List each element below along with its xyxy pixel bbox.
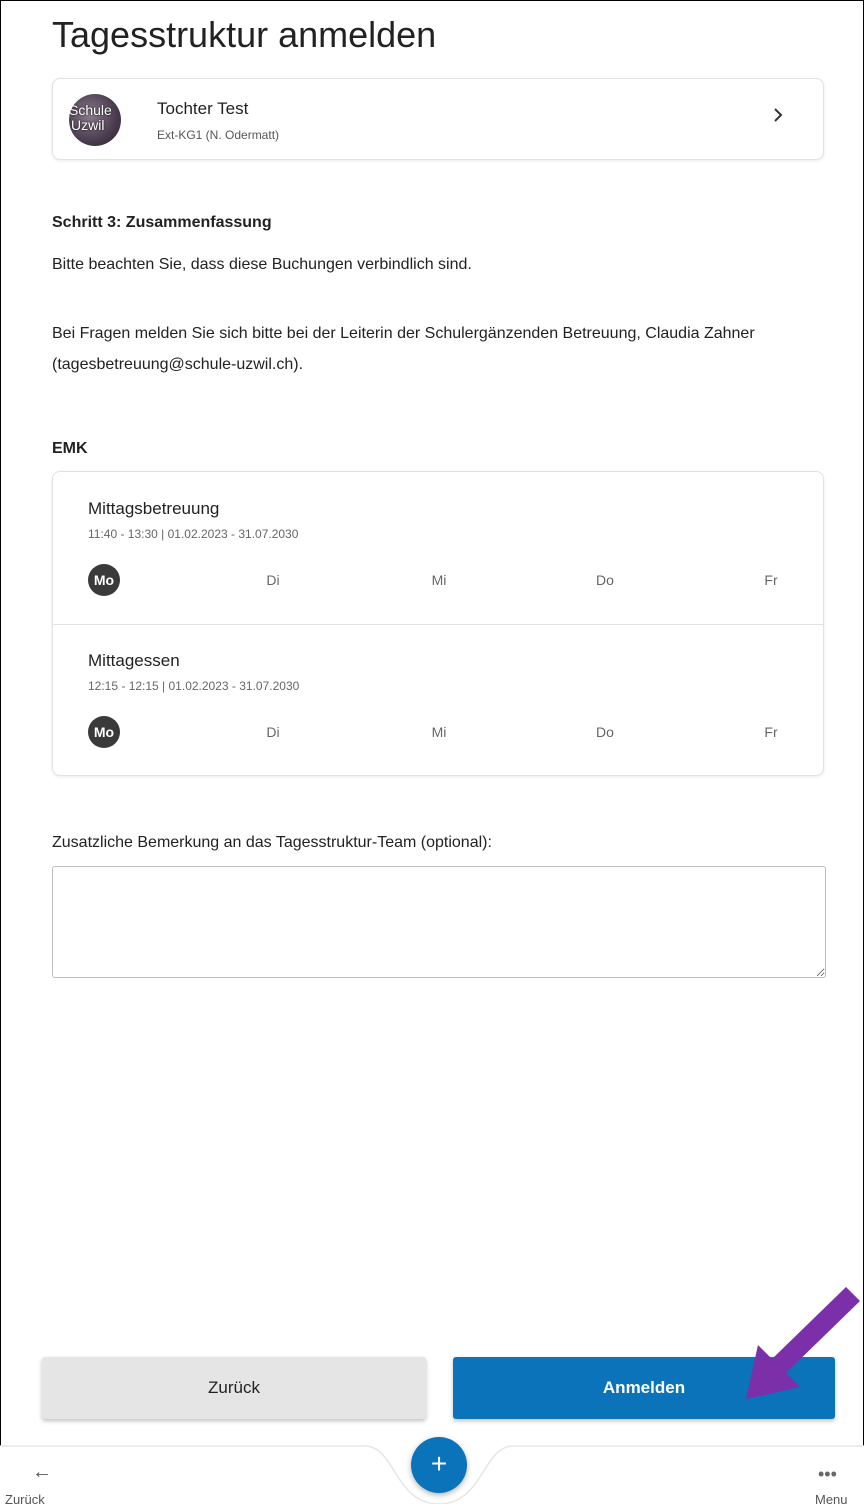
booking-item: Mittagessen 12:15 - 12:15 | 01.02.2023 -… xyxy=(53,624,823,776)
arrow-annotation-icon xyxy=(746,1287,860,1399)
binding-notice: Bitte beachten Sie, dass diese Buchungen… xyxy=(52,256,472,273)
day-mo-selected: Mo xyxy=(88,564,120,596)
child-name: Tochter Test xyxy=(157,99,249,118)
day-fr: Fr xyxy=(764,724,778,740)
day-di: Di xyxy=(266,724,280,740)
child-card[interactable]: Schule Uzwil Tochter Test Ext-KG1 (N. Od… xyxy=(52,78,824,160)
avatar-text: Uzwil xyxy=(71,117,105,133)
booking-name: Mittagsbetreuung xyxy=(88,499,220,518)
contact-notice: Bei Fragen melden Sie sich bitte bei der… xyxy=(52,325,755,373)
nav-back-label[interactable]: Zurück xyxy=(5,1492,45,1507)
remark-field[interactable] xyxy=(52,866,826,978)
step-title: Schritt 3: Zusammenfassung xyxy=(52,214,272,231)
remark-label: Zusatzliche Bemerkung an das Tagesstrukt… xyxy=(52,834,492,851)
booking-meta: 11:40 - 13:30 | 01.02.2023 - 31.07.2030 xyxy=(88,527,299,541)
day-do: Do xyxy=(596,572,614,588)
day-do: Do xyxy=(596,724,614,740)
booking-list: Mittagsbetreuung 11:40 - 13:30 | 01.02.2… xyxy=(52,471,824,776)
avatar-text: Schule xyxy=(69,102,112,118)
booking-item: Mittagsbetreuung 11:40 - 13:30 | 01.02.2… xyxy=(53,472,823,625)
booking-meta: 12:15 - 12:15 | 01.02.2023 - 31.07.2030 xyxy=(88,679,300,693)
booking-name: Mittagessen xyxy=(88,651,180,670)
child-class: Ext-KG1 (N. Odermatt) xyxy=(157,128,280,142)
day-mi: Mi xyxy=(431,724,447,740)
chevron-right-icon xyxy=(774,108,783,122)
back-button[interactable]: Zurück xyxy=(42,1357,426,1419)
add-button[interactable]: + xyxy=(411,1437,467,1493)
page-title: Tagesstruktur anmelden xyxy=(52,14,437,55)
section-title: EMK xyxy=(52,440,88,457)
day-mo-selected: Mo xyxy=(88,716,120,748)
day-fr: Fr xyxy=(764,572,778,588)
back-arrow-icon[interactable]: ← xyxy=(32,1461,52,1484)
more-icon[interactable]: ••• xyxy=(818,1464,837,1485)
day-mi: Mi xyxy=(431,572,447,588)
avatar: Schule Uzwil xyxy=(69,94,121,146)
nav-menu-label[interactable]: Menu xyxy=(815,1492,848,1507)
day-di: Di xyxy=(266,572,280,588)
